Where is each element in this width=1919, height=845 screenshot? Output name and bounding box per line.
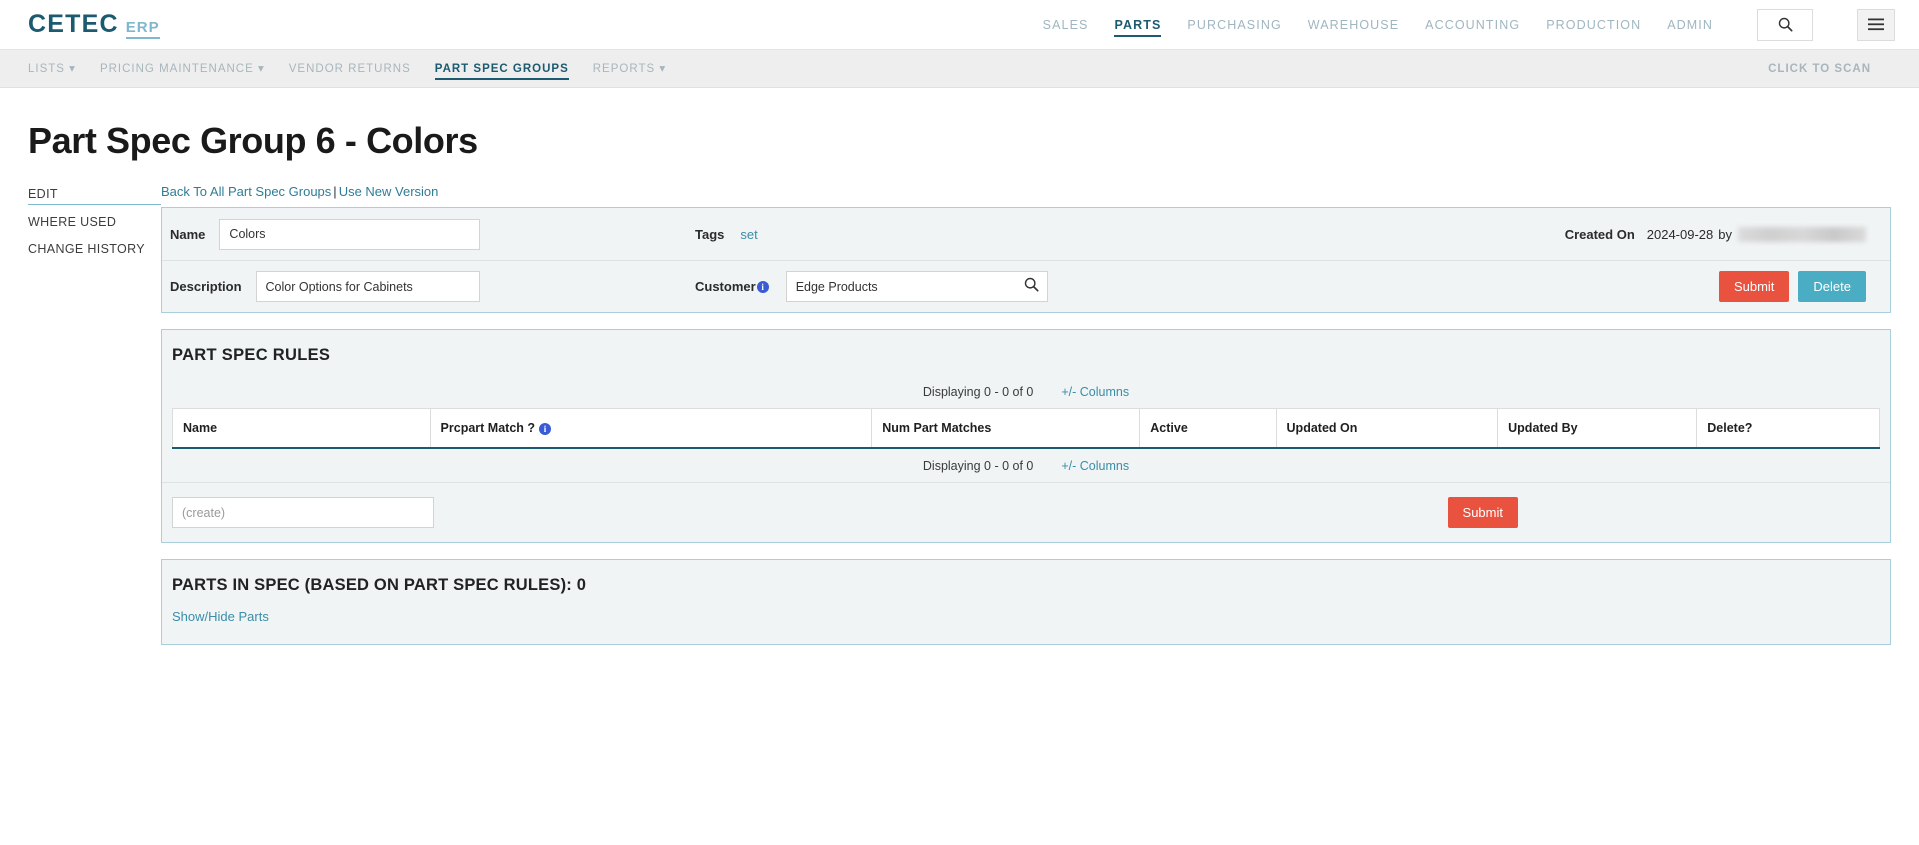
- main-nav: SALES PARTS PURCHASING WAREHOUSE ACCOUNT…: [1043, 0, 1895, 50]
- logo-text-erp: ERP: [125, 19, 160, 39]
- side-menu-item-edit[interactable]: EDIT: [28, 187, 161, 205]
- toggle-columns-link-bottom[interactable]: +/- Columns: [1061, 459, 1129, 473]
- show-hide-parts-link[interactable]: Show/Hide Parts: [162, 595, 269, 624]
- nav-item-warehouse[interactable]: WAREHOUSE: [1308, 0, 1399, 50]
- customer-search-wrap: [785, 271, 1048, 302]
- customer-label: Customer: [695, 279, 756, 294]
- created-by-prefix: by: [1718, 226, 1732, 242]
- subnav-label-reports: REPORTS: [592, 62, 656, 75]
- displaying-count-top: Displaying 0 - 0 of 0: [922, 385, 1034, 399]
- back-to-all-part-spec-groups-link[interactable]: Back To All Part Spec Groups: [161, 184, 331, 199]
- tags-field-group: Tags set: [695, 227, 758, 242]
- page-container: Part Spec Group 6 - Colors EDIT WHERE US…: [0, 88, 1919, 661]
- displaying-count-bottom: Displaying 0 - 0 of 0: [922, 459, 1034, 473]
- parts-in-spec-panel: PARTS IN SPEC (BASED ON PART SPEC RULES)…: [161, 559, 1891, 645]
- nav-item-accounting[interactable]: ACCOUNTING: [1425, 0, 1520, 50]
- subnav-item-lists[interactable]: LISTS ▾: [28, 50, 76, 88]
- global-search-button[interactable]: [1757, 8, 1813, 41]
- tags-set-link[interactable]: set: [740, 227, 757, 242]
- breadcrumb: Back To All Part Spec Groups | Use New Ver…: [161, 184, 1891, 199]
- app-logo[interactable]: CETEC ERP: [28, 10, 160, 39]
- submit-button[interactable]: Submit: [1718, 271, 1790, 302]
- page-title: Part Spec Group 6 - Colors: [28, 120, 478, 161]
- subnav-item-reports[interactable]: REPORTS ▾: [593, 50, 666, 88]
- body-row: EDIT WHERE USED CHANGE HISTORY Back To A…: [28, 184, 1891, 661]
- name-label: Name: [170, 226, 206, 242]
- hamburger-menu-icon: [1868, 18, 1884, 31]
- part-spec-rules-panel: PART SPEC RULES Displaying 0 - 0 of 0 +/…: [161, 329, 1891, 543]
- side-menu-item-where-used[interactable]: WHERE USED: [28, 215, 161, 232]
- column-header-active[interactable]: Active: [1139, 408, 1277, 449]
- sub-nav: LISTS ▾ PRICING MAINTENANCE ▾ VENDOR RET…: [0, 50, 1919, 88]
- column-header-delete[interactable]: Delete?: [1696, 408, 1880, 449]
- top-header: CETEC ERP SALES PARTS PURCHASING WAREHOU…: [0, 0, 1919, 50]
- menu-button[interactable]: [1857, 8, 1895, 41]
- info-icon[interactable]: i: [539, 423, 552, 435]
- info-icon[interactable]: i: [756, 280, 769, 293]
- column-header-prcpart-match[interactable]: Prcpart Match ? i: [429, 408, 873, 449]
- column-header-updated-by[interactable]: Updated By: [1497, 408, 1698, 449]
- rules-pagination-top: Displaying 0 - 0 of 0 +/- Columns: [162, 375, 1890, 408]
- info-row-name: Name Tags set Created On 2024-09-28 by: [162, 208, 1890, 260]
- nav-item-sales[interactable]: SALES: [1043, 0, 1089, 50]
- description-field-group: Description: [170, 271, 480, 302]
- column-header-updated-on[interactable]: Updated On: [1275, 408, 1499, 449]
- parts-in-spec-title: PARTS IN SPEC (BASED ON PART SPEC RULES)…: [172, 576, 587, 594]
- part-spec-rules-table: Name Prcpart Match ? i Num Part Matches A…: [172, 408, 1880, 449]
- column-header-num-part-matches[interactable]: Num Part Matches: [871, 408, 1141, 449]
- customer-input[interactable]: [785, 271, 1048, 302]
- tags-label: Tags: [695, 226, 725, 242]
- table-header-row: Name Prcpart Match ? i Num Part Matches A…: [172, 408, 1880, 449]
- created-by-value-redacted: [1738, 226, 1866, 242]
- part-spec-rules-title: PART SPEC RULES: [172, 346, 331, 364]
- created-on-value: 2024-09-28: [1646, 226, 1714, 242]
- description-input[interactable]: [255, 271, 480, 302]
- nav-item-parts[interactable]: PARTS: [1114, 0, 1162, 50]
- toggle-columns-link-top[interactable]: +/- Columns: [1061, 385, 1129, 399]
- subnav-item-pricing-maintenance[interactable]: PRICING MAINTENANCE ▾: [100, 50, 265, 88]
- subnav-label-pricing-maintenance: PRICING MAINTENANCE: [99, 62, 254, 75]
- created-on-group: Created On 2024-09-28 by: [1564, 226, 1882, 242]
- rules-pagination-bottom: Displaying 0 - 0 of 0 +/- Columns: [162, 449, 1890, 482]
- side-menu-item-change-history[interactable]: CHANGE HISTORY: [28, 242, 161, 259]
- column-header-name[interactable]: Name: [172, 408, 431, 449]
- nav-item-production[interactable]: PRODUCTION: [1546, 0, 1641, 50]
- side-menu: EDIT WHERE USED CHANGE HISTORY: [28, 184, 161, 269]
- info-actions: Submit Delete: [1718, 271, 1882, 302]
- chevron-down-icon: ▾: [659, 62, 667, 75]
- info-row-description: Description Customeri: [162, 260, 1890, 312]
- nav-item-purchasing[interactable]: PURCHASING: [1187, 0, 1281, 50]
- created-on-label: Created On: [1564, 226, 1635, 242]
- name-field-group: Name: [170, 218, 480, 250]
- name-input[interactable]: [219, 218, 480, 250]
- search-icon: [1778, 17, 1793, 32]
- content-area: Back To All Part Spec Groups | Use New Ver…: [161, 184, 1891, 661]
- create-rule-input[interactable]: [172, 497, 434, 528]
- customer-field-group: Customer i: [695, 271, 1048, 302]
- chevron-down-icon: ▾: [257, 62, 265, 75]
- nav-item-admin[interactable]: ADMIN: [1667, 0, 1713, 50]
- click-to-scan-link[interactable]: CLICK TO SCAN: [1768, 50, 1871, 88]
- create-rule-submit-button[interactable]: Submit: [1447, 497, 1518, 528]
- column-header-prcpart-match-label: Prcpart Match ?: [440, 421, 536, 435]
- subnav-item-vendor-returns[interactable]: VENDOR RETURNS: [289, 50, 411, 88]
- description-label: Description: [170, 279, 242, 294]
- chevron-down-icon: ▾: [69, 62, 76, 75]
- logo-text-cetec: CETEC: [28, 10, 119, 38]
- subnav-label-lists: LISTS: [28, 62, 65, 75]
- subnav-item-part-spec-groups[interactable]: PART SPEC GROUPS: [434, 50, 569, 88]
- part-spec-group-info-panel: Name Tags set Created On 2024-09-28 by: [161, 207, 1891, 313]
- breadcrumb-separator: |: [333, 184, 337, 199]
- use-new-version-link[interactable]: Use New Version: [339, 184, 439, 199]
- delete-button[interactable]: Delete: [1798, 271, 1866, 302]
- table-head: Name Prcpart Match ? i Num Part Matches A…: [172, 408, 1880, 449]
- create-rule-row: Submit: [162, 482, 1890, 542]
